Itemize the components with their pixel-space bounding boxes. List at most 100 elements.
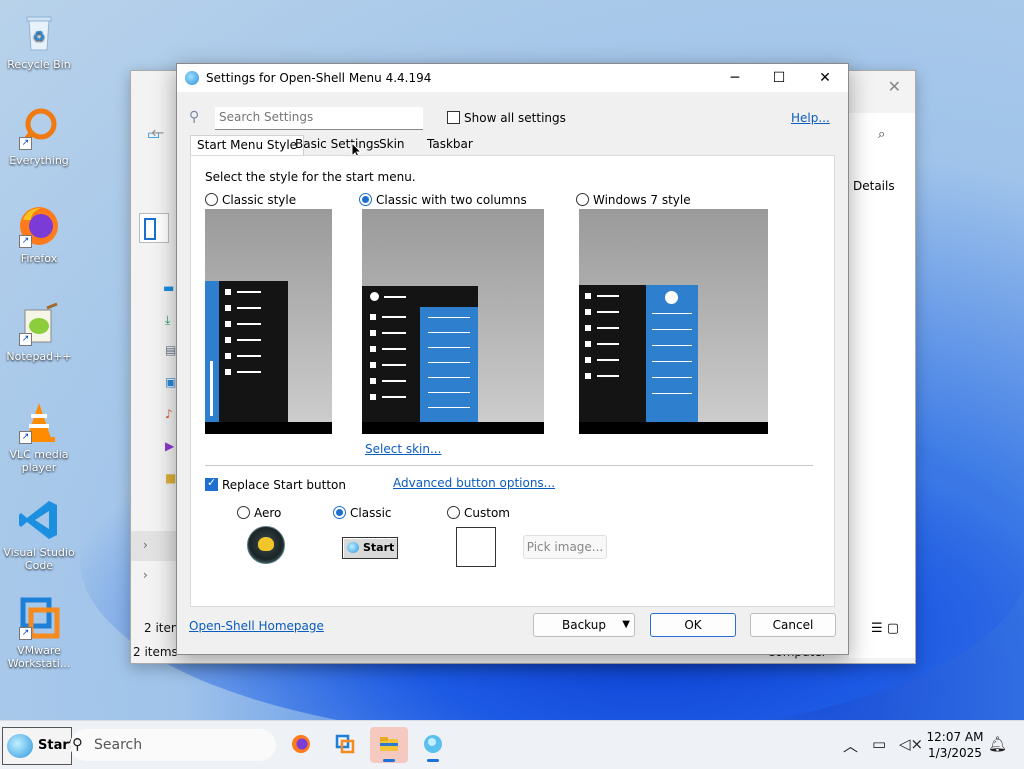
radio-two-columns[interactable] xyxy=(359,193,372,206)
shell-start-icon xyxy=(7,734,33,758)
tab-skin[interactable]: Skin xyxy=(373,135,411,155)
replace-start-option[interactable]: Replace Start button xyxy=(205,476,346,492)
section-divider xyxy=(205,465,813,466)
button-style-label: Aero xyxy=(254,506,282,520)
desktop-icon-label: Everything xyxy=(9,154,69,167)
shortcut-arrow-icon: ↗ xyxy=(19,431,32,444)
open-shell-homepage-link[interactable]: Open-Shell Homepage xyxy=(189,619,324,633)
button-style-custom[interactable]: Custom xyxy=(447,506,510,520)
settings-search-input[interactable] xyxy=(215,107,423,127)
preview-taskbar xyxy=(579,422,768,434)
tab-start-menu-style[interactable]: Start Menu Style xyxy=(190,135,305,156)
radio-aero[interactable] xyxy=(237,506,250,519)
desktop-icon-notepad-plus-plus[interactable]: ↗ Notepad++ xyxy=(0,302,78,363)
tab-basic-settings[interactable]: Basic Settings xyxy=(289,135,386,155)
chevron-up-icon[interactable]: ︿ xyxy=(843,735,858,756)
replace-start-checkbox[interactable] xyxy=(205,476,218,491)
open-shell-icon xyxy=(185,71,199,85)
preview-right-column xyxy=(646,285,698,422)
taskbar-app-firefox[interactable] xyxy=(282,727,320,763)
start-button[interactable]: Start xyxy=(2,727,75,765)
select-skin-link[interactable]: Select skin... xyxy=(365,442,441,456)
list-view-icon[interactable]: ☰ ▢ xyxy=(871,621,899,636)
pictures-icon: ▣ xyxy=(165,375,177,389)
explorer-close-icon[interactable]: ✕ xyxy=(888,77,901,96)
show-all-settings[interactable]: Show all settings xyxy=(447,111,566,125)
clock[interactable]: 12:07 AM 1/3/2025 xyxy=(922,729,988,761)
style-option-classic[interactable]: Classic style xyxy=(205,193,296,207)
preview-windows7-style[interactable] xyxy=(579,209,768,434)
shortcut-arrow-icon: ↗ xyxy=(19,333,32,346)
documents-icon: ▤ xyxy=(165,343,177,357)
nav-selected-item[interactable]: › xyxy=(131,531,177,561)
notifications-bell-icon[interactable]: 🔔︎ xyxy=(988,735,1007,753)
button-style-aero[interactable]: Aero xyxy=(237,506,281,520)
backup-button[interactable]: Backup ▼ xyxy=(533,613,635,637)
details-button[interactable]: Details xyxy=(853,179,895,193)
pick-image-button[interactable]: Pick image... xyxy=(523,535,607,559)
music-icon: ♪ xyxy=(165,407,173,421)
preview-two-columns-style[interactable] xyxy=(362,209,544,434)
show-all-checkbox[interactable] xyxy=(447,111,460,124)
ok-button[interactable]: OK xyxy=(650,613,736,637)
taskbar: Start ⚲ Search ︿ ▭ ◁× 12:07 AM 1/3/2025 … xyxy=(0,720,1024,769)
search-icon[interactable]: ⌕ xyxy=(878,127,885,142)
custom-image-preview xyxy=(456,527,496,567)
downloads-icon: ⤓ xyxy=(165,313,171,327)
active-indicator xyxy=(427,759,439,762)
radio-custom[interactable] xyxy=(447,506,460,519)
desktop-icon-label: Visual Studio Code xyxy=(3,546,75,572)
cancel-button[interactable]: Cancel xyxy=(750,613,836,637)
radio-classic-style[interactable] xyxy=(205,193,218,206)
preview-classic-style[interactable] xyxy=(205,209,332,434)
show-all-label: Show all settings xyxy=(464,111,566,125)
button-style-classic[interactable]: Classic xyxy=(333,506,392,520)
settings-dialog[interactable]: Settings for Open-Shell Menu 4.4.194 ─ ☐… xyxy=(176,63,849,655)
speaker-muted-icon[interactable]: ◁× xyxy=(899,735,923,753)
settings-search-box[interactable] xyxy=(215,107,423,130)
status-item-count: 2 items xyxy=(133,645,178,659)
network-icon[interactable]: ▭ xyxy=(872,735,886,753)
svg-text:♻: ♻ xyxy=(33,29,46,45)
style-option-two-columns[interactable]: Classic with two columns xyxy=(359,193,527,207)
desktop-icon-recycle-bin[interactable]: ♻ Recycle Bin xyxy=(0,10,78,71)
desktop-icon-everything[interactable]: ↗ Everything xyxy=(0,106,78,167)
preview-second-column xyxy=(420,307,478,422)
explorer-nav-pane: ▭ ← ▬ ⤓ ▤ ▣ ♪ ▶ ■ › › xyxy=(131,113,177,658)
minimize-button[interactable]: ─ xyxy=(712,66,758,90)
taskbar-app-vmware[interactable] xyxy=(326,727,364,763)
search-icon: ⚲ xyxy=(189,109,200,125)
classic-start-label: Start xyxy=(363,541,395,554)
advanced-button-options-link[interactable]: Advanced button options... xyxy=(393,476,555,490)
active-indicator xyxy=(383,759,395,762)
maximize-button[interactable]: ☐ xyxy=(756,66,802,90)
desktop-icon-vlc[interactable]: ↗ VLC media player xyxy=(0,400,78,474)
shortcut-arrow-icon: ↗ xyxy=(19,627,32,640)
taskbar-app-file-explorer[interactable] xyxy=(370,727,408,763)
desktop-icon-firefox[interactable]: ↗ Firefox xyxy=(0,204,78,265)
desktop-icon-vscode[interactable]: Visual Studio Code xyxy=(0,498,78,572)
tab-taskbar[interactable]: Taskbar xyxy=(421,135,479,155)
back-arrow-icon[interactable]: ← xyxy=(151,123,164,142)
radio-classic[interactable] xyxy=(333,506,346,519)
help-link[interactable]: Help... xyxy=(791,111,830,125)
search-icon: ⚲ xyxy=(72,735,83,753)
dialog-titlebar[interactable]: Settings for Open-Shell Menu 4.4.194 ─ ☐… xyxy=(177,64,848,92)
clock-date: 1/3/2025 xyxy=(928,746,982,760)
pane-toggle-icon[interactable] xyxy=(139,213,169,243)
desktop-icon-label: Recycle Bin xyxy=(7,58,71,71)
desktop-icon-vmware[interactable]: ↗ VMware Workstati... xyxy=(0,596,78,670)
taskbar-app-open-shell[interactable] xyxy=(414,727,452,763)
taskbar-search-placeholder: Search xyxy=(94,737,143,753)
style-option-windows7[interactable]: Windows 7 style xyxy=(576,193,691,207)
preview-side-strip xyxy=(205,281,219,422)
vlc-cone-icon: ↗ xyxy=(17,400,61,444)
taskbar-search[interactable]: ⚲ Search xyxy=(70,729,276,761)
preview-taskbar xyxy=(205,422,332,434)
folder-icon: ■ xyxy=(165,471,177,485)
close-button[interactable]: ✕ xyxy=(802,66,848,90)
button-style-label: Classic xyxy=(350,506,392,520)
radio-windows7-style[interactable] xyxy=(576,193,589,206)
vmware-icon: ↗ xyxy=(17,596,61,640)
dialog-title: Settings for Open-Shell Menu 4.4.194 xyxy=(206,71,432,85)
